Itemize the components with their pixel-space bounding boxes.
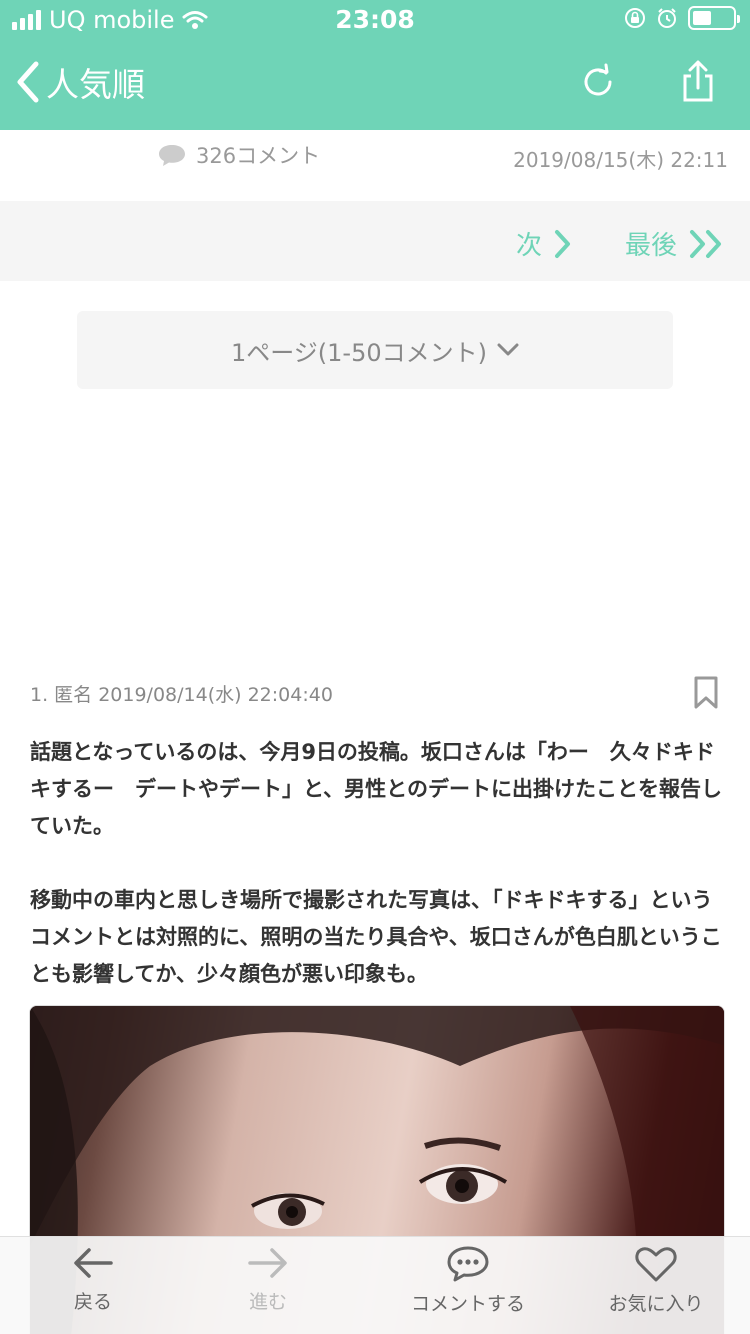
double-chevron-right-icon: [690, 229, 722, 258]
toolbar-favorite-button[interactable]: お気に入り: [571, 1245, 741, 1316]
toolbar-back-label: 戻る: [73, 1291, 112, 1313]
comment-paragraph: 話題となっているのは、今月9日の投稿。坂口さんは「わー 久々ドキドキするー デー…: [30, 740, 722, 838]
bookmark-button[interactable]: [693, 676, 719, 714]
status-icons: [624, 6, 740, 30]
alarm-icon: [658, 8, 676, 28]
refresh-button[interactable]: [576, 60, 620, 104]
chevron-right-icon: [555, 229, 571, 258]
arrow-right-icon: [248, 1248, 287, 1278]
page-select-label: 1ページ(1-50コメント): [231, 338, 487, 367]
orientation-lock-icon: [625, 8, 645, 28]
comment-icon: [447, 1246, 489, 1282]
comment-body: 話題となっているのは、今月9日の投稿。坂口さんは「わー 久々ドキドキするー デー…: [30, 734, 722, 993]
top-bar: UQ mobile 23:08 人気順: [0, 0, 750, 130]
toolbar-back-button[interactable]: 戻る: [8, 1245, 178, 1314]
last-page-button[interactable]: 最後: [625, 225, 725, 262]
share-icon: [683, 60, 713, 102]
chevron-left-icon: [17, 61, 39, 103]
back-button[interactable]: 人気順: [12, 58, 145, 106]
last-page-label: 最後: [625, 231, 678, 261]
toolbar-comment-button[interactable]: コメントする: [383, 1245, 553, 1316]
arrow-left-icon: [74, 1248, 113, 1278]
comment-paragraph: 移動中の車内と思しき場所で撮影された写真は、「ドキドキする」というコメントとは対…: [30, 888, 722, 986]
comment-count[interactable]: 326コメント: [158, 140, 320, 170]
nav-bar: 人気順: [0, 40, 750, 130]
heart-icon: [635, 1247, 677, 1282]
status-bar: UQ mobile 23:08: [0, 0, 750, 40]
nav-title: 人気順: [46, 65, 145, 104]
bottom-toolbar: 戻る 進む コメントする お気に入り: [0, 1236, 750, 1334]
next-page-button[interactable]: 次: [516, 225, 572, 262]
comment-header: 1. 匿名 2019/08/14(水) 22:04:40: [30, 684, 333, 706]
refresh-icon: [584, 63, 612, 96]
toolbar-favorite-label: お気に入り: [608, 1293, 704, 1315]
pager-bar: 次 最後: [0, 201, 750, 281]
speech-bubble-icon: [159, 145, 185, 166]
toolbar-comment-label: コメントする: [410, 1293, 525, 1315]
battery-icon: [688, 6, 740, 30]
page-select-dropdown[interactable]: 1ページ(1-50コメント): [77, 311, 673, 389]
toolbar-forward-button[interactable]: 進む: [183, 1245, 353, 1314]
thread-meta: 326コメント 2019/08/15(木) 22:11: [0, 130, 750, 200]
comment-count-label: 326コメント: [196, 144, 321, 168]
share-button[interactable]: [676, 60, 720, 104]
next-page-label: 次: [516, 231, 543, 261]
toolbar-forward-label: 進む: [248, 1291, 287, 1313]
posted-date: 2019/08/15(木) 22:11: [513, 148, 728, 172]
bookmark-icon: [694, 676, 718, 709]
chevron-down-icon: [497, 343, 519, 356]
